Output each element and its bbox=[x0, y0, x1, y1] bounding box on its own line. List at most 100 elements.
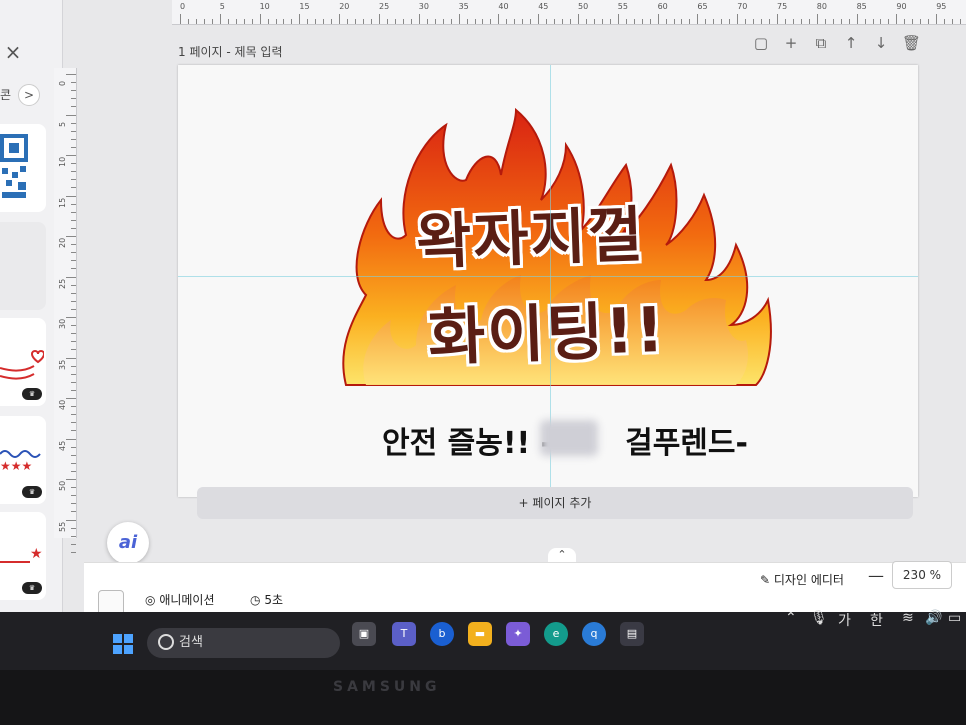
ruler-tick bbox=[593, 19, 595, 24]
ruler-label: 70 bbox=[737, 2, 748, 11]
ai-assistant-button[interactable]: ai bbox=[107, 522, 149, 564]
ruler-tick bbox=[896, 14, 898, 24]
ruler-tick bbox=[71, 227, 76, 229]
star-line-thumbnail[interactable]: ★ ♛ bbox=[0, 512, 46, 600]
ruler-tick bbox=[187, 19, 189, 24]
ruler-tick bbox=[267, 19, 269, 24]
ruler-tick bbox=[952, 19, 954, 24]
ruler-tick bbox=[66, 74, 76, 75]
close-icon[interactable]: × bbox=[4, 40, 22, 64]
ruler-tick bbox=[737, 14, 739, 24]
ruler-tick bbox=[71, 406, 76, 408]
monitor-bezel bbox=[0, 670, 966, 725]
teams-icon[interactable]: T bbox=[392, 622, 416, 646]
ruler-label: 50 bbox=[578, 2, 589, 11]
task-view-icon[interactable]: ▣ bbox=[352, 622, 376, 646]
ruler-tick bbox=[530, 19, 532, 24]
ruler-tick bbox=[402, 19, 404, 24]
chevron-right-icon[interactable]: > bbox=[18, 84, 40, 106]
ruler-label: 75 bbox=[777, 2, 788, 11]
ruler-tick bbox=[554, 19, 556, 24]
page-title[interactable]: 1 페이지 - 제목 입력 bbox=[178, 43, 283, 60]
ruler-tick bbox=[546, 19, 548, 24]
subtitle-left: 안전 즐농!! - bbox=[382, 426, 554, 461]
nav-label: 콘 bbox=[0, 88, 12, 102]
tray-mic-icon[interactable]: 🎙 bbox=[810, 610, 828, 626]
ruler-label: 85 bbox=[856, 2, 867, 11]
bing-icon[interactable]: b bbox=[430, 622, 454, 646]
heart-line-thumbnail[interactable]: ♛ bbox=[0, 318, 46, 406]
ruler-label: 30 bbox=[58, 318, 67, 329]
clock-icon: ◷ bbox=[250, 593, 261, 607]
ruler-tick bbox=[66, 479, 76, 480]
ruler-tick bbox=[840, 19, 842, 24]
ruler-tick bbox=[66, 398, 76, 399]
ruler-tick bbox=[323, 19, 325, 24]
ruler-tick bbox=[800, 19, 802, 24]
ruler-label: 5 bbox=[219, 2, 225, 11]
volume-icon[interactable]: 🔊 bbox=[925, 610, 942, 626]
ruler-tick bbox=[944, 19, 946, 24]
ruler-tick bbox=[71, 130, 76, 132]
ruler-tick bbox=[71, 333, 76, 335]
ruler-tick bbox=[769, 19, 771, 24]
ruler-tick bbox=[514, 19, 516, 24]
ruler-tick bbox=[71, 292, 76, 294]
move-down-icon[interactable]: ↓ bbox=[872, 34, 890, 52]
ruler-label: 25 bbox=[58, 278, 67, 289]
ruler-tick bbox=[66, 438, 76, 440]
ruler-tick bbox=[283, 19, 285, 24]
edge-icon[interactable]: e bbox=[544, 622, 568, 646]
ruler-tick bbox=[657, 14, 659, 24]
design-editor-button[interactable]: ✎ 디자인 에디터 bbox=[760, 571, 844, 588]
copilot-icon[interactable]: ✦ bbox=[506, 622, 530, 646]
ime-indicator[interactable]: 가 bbox=[838, 610, 851, 630]
decoration-thumbnail[interactable] bbox=[0, 222, 46, 310]
windows-start-icon[interactable] bbox=[113, 634, 133, 654]
ruler-tick bbox=[681, 19, 683, 24]
ruler-tick bbox=[649, 19, 651, 24]
animation-button[interactable]: ◎ 애니메이션 bbox=[145, 591, 215, 608]
ruler-tick bbox=[66, 317, 76, 318]
move-up-icon[interactable]: ↑ bbox=[842, 34, 860, 52]
ruler-tick bbox=[761, 19, 763, 24]
zoom-field[interactable]: 230 % bbox=[892, 561, 952, 589]
ruler-label: 15 bbox=[58, 197, 67, 208]
qr-thumbnail[interactable] bbox=[0, 124, 46, 212]
add-icon[interactable]: + bbox=[782, 34, 800, 52]
quick-assist-icon[interactable]: q bbox=[582, 622, 606, 646]
wifi-icon[interactable]: ≋ bbox=[902, 610, 914, 626]
ruler-label: 20 bbox=[58, 237, 67, 248]
ime-mode[interactable]: 한 bbox=[870, 610, 883, 630]
file-explorer-icon[interactable]: ▬ bbox=[468, 622, 492, 646]
timer-button[interactable]: ◷ 5초 bbox=[250, 591, 283, 608]
ruler-tick bbox=[506, 19, 508, 24]
ruler-label: 40 bbox=[498, 2, 509, 11]
ruler-label: 10 bbox=[259, 2, 270, 11]
ruler-tick bbox=[490, 19, 492, 24]
ruler-tick bbox=[458, 14, 460, 24]
ruler-tick bbox=[71, 341, 76, 343]
ruler-tick bbox=[66, 236, 76, 237]
star-wave-thumbnail[interactable]: ★★★ ♛ bbox=[0, 416, 46, 504]
ruler-tick bbox=[410, 19, 412, 24]
ruler-tick bbox=[71, 82, 76, 84]
add-page-button[interactable]: + 페이지 추가 bbox=[197, 487, 913, 519]
ruler-tick bbox=[66, 357, 76, 359]
ruler-tick bbox=[474, 19, 476, 24]
crown-icon: ♛ bbox=[22, 486, 42, 498]
ruler-tick bbox=[482, 19, 484, 24]
zoom-out-button[interactable]: — bbox=[868, 566, 884, 585]
taskbar-search[interactable]: 검색 bbox=[147, 628, 340, 658]
tray-chevron-up-icon[interactable]: ⌃ bbox=[785, 610, 797, 626]
ruler-tick bbox=[71, 365, 76, 367]
store-icon[interactable]: ▤ bbox=[620, 622, 644, 646]
ruler-tick bbox=[71, 203, 76, 205]
ruler-label: 15 bbox=[299, 2, 310, 11]
battery-icon[interactable]: ▭ bbox=[948, 610, 961, 626]
trash-icon[interactable]: 🗑 bbox=[902, 34, 921, 52]
design-headline-line2[interactable]: 화이팅!! bbox=[427, 279, 668, 377]
duplicate-icon[interactable]: ⧉ bbox=[812, 34, 830, 52]
page-icon[interactable]: ▢ bbox=[752, 34, 770, 52]
design-headline-line1[interactable]: 왁자지껄 bbox=[415, 186, 647, 281]
